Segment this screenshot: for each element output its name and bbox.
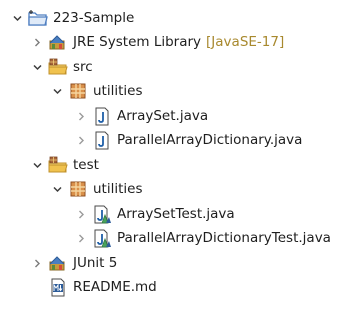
java-file-icon (92, 106, 112, 126)
tree-item-label: 223-Sample (53, 10, 135, 26)
source-folder-icon (48, 57, 68, 77)
java-file-icon (92, 130, 112, 150)
markdown-file-icon (48, 277, 68, 297)
tree-item-package-utilities[interactable]: utilities (50, 79, 143, 103)
tree-item-file-readme[interactable]: README.md (30, 275, 157, 299)
library-icon (48, 32, 68, 52)
tree-item-label: test (73, 157, 99, 173)
tree-item-label: JRE System Library (73, 34, 202, 50)
chevron-right-icon[interactable] (74, 226, 88, 250)
tree-item-package-utilities[interactable]: utilities (50, 177, 143, 201)
package-icon (68, 81, 88, 101)
tree-item-src[interactable]: src (30, 55, 93, 79)
tree-item-file-arraysettest[interactable]: ArraySetTest.java (74, 202, 235, 226)
tree-item-file-arrayset[interactable]: ArraySet.java (74, 104, 208, 128)
chevron-down-icon[interactable] (30, 153, 44, 177)
tree-item-project[interactable]: 223-Sample (10, 6, 134, 30)
tree-item-label: utilities (93, 181, 143, 197)
chevron-right-icon[interactable] (74, 202, 88, 226)
tree-item-label: src (73, 59, 93, 75)
chevron-down-icon[interactable] (50, 79, 64, 103)
tree-item-label: utilities (93, 83, 143, 99)
project-folder-icon (28, 8, 48, 28)
package-icon (68, 179, 88, 199)
chevron-down-icon[interactable] (10, 6, 24, 30)
tree-item-label: ParallelArrayDictionaryTest.java (117, 230, 331, 246)
tree-item-label: ArraySetTest.java (117, 206, 235, 222)
jre-version-decoration: [JavaSE-17] (206, 34, 285, 50)
chevron-right-icon[interactable] (30, 30, 44, 54)
junit-test-file-icon (92, 228, 112, 248)
source-folder-icon (48, 155, 68, 175)
chevron-right-icon[interactable] (74, 104, 88, 128)
tree-item-file-parallelarraydictionarytest[interactable]: ParallelArrayDictionaryTest.java (74, 226, 331, 250)
tree-item-junit-library[interactable]: JUnit 5 (30, 251, 117, 275)
chevron-down-icon[interactable] (30, 55, 44, 79)
chevron-right-icon[interactable] (30, 251, 44, 275)
chevron-down-icon[interactable] (50, 177, 64, 201)
tree-item-test[interactable]: test (30, 153, 99, 177)
chevron-right-icon[interactable] (74, 128, 88, 152)
library-icon (48, 253, 68, 273)
tree-item-file-parallelarraydictionary[interactable]: ParallelArrayDictionary.java (74, 128, 302, 152)
tree-item-label: ParallelArrayDictionary.java (117, 132, 303, 148)
tree-item-label: JUnit 5 (73, 255, 118, 271)
tree-item-label: ArraySet.java (117, 108, 209, 124)
tree-item-jre-library[interactable]: JRE System Library [JavaSE-17] (30, 30, 284, 54)
junit-test-file-icon (92, 204, 112, 224)
package-explorer-tree: 223-Sample JRE System Library [JavaSE-17… (0, 0, 359, 335)
tree-item-label: README.md (73, 279, 157, 295)
